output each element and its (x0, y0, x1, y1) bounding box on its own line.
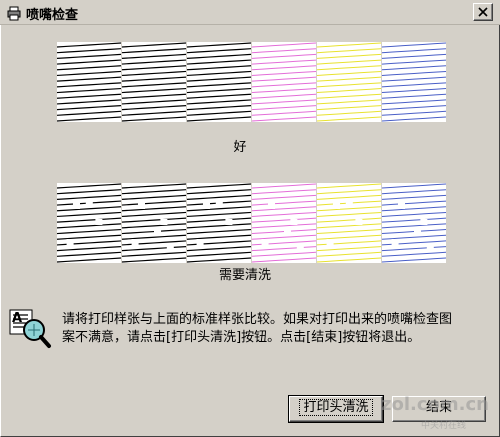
inspect-icon: A (9, 309, 51, 348)
close-icon (478, 7, 488, 17)
bad-panel-black (121, 183, 187, 263)
bad-panel-black (186, 183, 252, 263)
instruction-message: 请将打印样张与上面的标准样张比较。如果对打印出来的喷嘴检查图 案不满意，请点击[… (62, 311, 482, 347)
good-label: 好 (233, 140, 247, 155)
window-title: 喷嘴检查 (26, 8, 79, 23)
watermark-sub: 中关村在线 (421, 421, 467, 431)
title-bar: 喷嘴检查 (0, 0, 500, 25)
bad-panel-cyan (381, 183, 447, 263)
message-line-2: 案不满意，请点击[打印头清洗]按钮。点击[结束]按钮将退出。 (62, 330, 421, 345)
good-panel-yellow (316, 42, 382, 122)
head-clean-button[interactable]: 打印头清洗 (288, 395, 384, 423)
good-panel-black (56, 42, 122, 122)
bad-panel-magenta (251, 183, 317, 263)
message-line-1: 请将打印样张与上面的标准样张比较。如果对打印出来的喷嘴检查图 (62, 312, 453, 327)
good-pattern-svg (56, 42, 447, 122)
printer-app-icon (7, 6, 21, 21)
good-panel-cyan (381, 42, 447, 122)
good-panel-black (186, 42, 252, 122)
good-panel-black (121, 42, 187, 122)
good-panel-magenta (251, 42, 317, 122)
head-clean-label: 打印头清洗 (299, 399, 373, 416)
watermark-text: zol.com.cn (381, 394, 489, 415)
bad-label: 需要清洗 (218, 268, 271, 283)
bad-panel-black (56, 183, 122, 263)
bad-panel-yellow (316, 183, 382, 263)
watermark: zol.com.cn 中关村在线 (373, 388, 498, 433)
svg-text:A: A (12, 311, 22, 326)
close-button[interactable] (473, 3, 493, 21)
bad-pattern-svg (56, 183, 447, 263)
